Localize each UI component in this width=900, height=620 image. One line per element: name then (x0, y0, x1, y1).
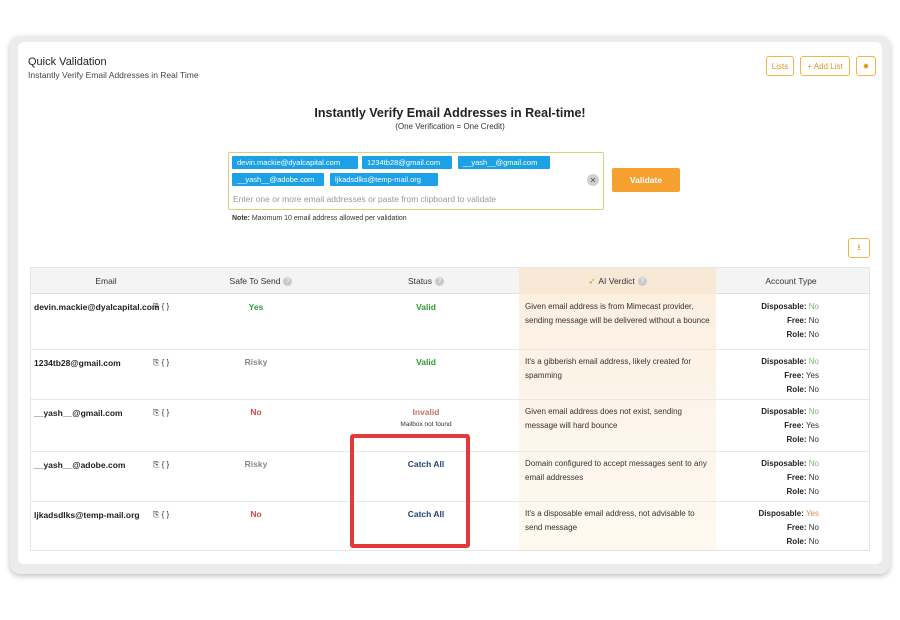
account-type: Disposable: No Free: Yes Role: No (761, 407, 819, 444)
row-email: ljkadsdlks@temp-mail.org (34, 510, 140, 520)
copy-json-icons[interactable]: ⎘ { } (153, 302, 169, 312)
email-chip[interactable]: __yash__@adobe.com (232, 173, 324, 186)
settings-button[interactable]: ✹ (856, 56, 876, 76)
ai-verdict-text: It's a gibberish email address, likely c… (525, 357, 692, 380)
email-chip[interactable]: devin.mackie@dyalcapital.com (232, 156, 358, 169)
safe-to-send-value: Risky (244, 459, 268, 469)
header-status: Status? (371, 268, 481, 294)
table-header: Email Safe To Send? Status? ➶ AI Verdict?… (31, 268, 869, 294)
ai-verdict-text: Given email address is from Mimecast pro… (525, 302, 710, 325)
table-row: 1234tb28@gmail.com ⎘ { } Risky Valid It'… (31, 350, 869, 400)
safe-to-send-value: Yes (248, 302, 264, 312)
note-text: Note: Maximum 10 email address allowed p… (232, 215, 407, 222)
clear-icon[interactable]: ✕ (587, 174, 599, 186)
ai-verdict-text: It's a disposable email address, not adv… (525, 509, 695, 532)
table-row: devin.mackie@dyalcapital.com ⎘ { } Yes V… (31, 294, 869, 350)
copy-json-icons[interactable]: ⎘ { } (153, 358, 169, 368)
email-input-box[interactable]: devin.mackie@dyalcapital.com 1234tb28@gm… (228, 152, 604, 210)
copy-json-icons[interactable]: ⎘ { } (153, 460, 169, 470)
download-icon: ⭳ (857, 242, 861, 252)
page-title: Quick Validation (28, 56, 107, 68)
email-chip[interactable]: 1234tb28@gmail.com (362, 156, 452, 169)
account-type: Disposable: No Free: No Role: No (761, 302, 819, 339)
help-icon[interactable]: ? (637, 276, 647, 286)
validate-button[interactable]: Validate (612, 168, 680, 192)
status-value: Invalid (412, 407, 440, 417)
lists-button[interactable]: Lists (766, 56, 794, 76)
account-type: Disposable: Yes Free: No Role: No (758, 509, 819, 546)
gear-icon: ✹ (862, 61, 870, 71)
help-icon[interactable]: ? (435, 276, 445, 286)
header-email: Email (95, 276, 117, 286)
header-safe-to-send: Safe To Send? (201, 268, 321, 294)
row-email: __yash__@gmail.com (34, 408, 123, 418)
account-type: Disposable: No Free: Yes Role: No (761, 357, 819, 394)
row-email: __yash__@adobe.com (34, 460, 126, 470)
catch-all-highlight-box (350, 434, 470, 548)
download-button[interactable]: ⭳ (848, 238, 870, 258)
add-list-button[interactable]: + Add List (800, 56, 850, 76)
ai-verdict-text: Given email address does not exist, send… (525, 407, 682, 430)
copy-json-icons[interactable]: ⎘ { } (153, 510, 169, 520)
row-email: devin.mackie@dyalcapital.com (34, 302, 160, 312)
header-account-type: Account Type (765, 276, 817, 286)
safe-to-send-value: No (250, 509, 262, 519)
rocket-icon: ➶ (588, 275, 596, 286)
header-ai-verdict: ➶ AI Verdict? (519, 268, 716, 294)
status-subtext: Mailbox not found (400, 421, 452, 428)
safe-to-send-value: Risky (244, 357, 268, 367)
email-chip[interactable]: __yash__@gmail.com (458, 156, 550, 169)
validator-subheading: (One Verification = One Credit) (395, 122, 505, 131)
ai-verdict-text: Domain configured to accept messages sen… (525, 459, 707, 482)
safe-to-send-value: No (250, 407, 262, 417)
email-input-placeholder[interactable]: Enter one or more email addresses or pas… (233, 194, 496, 204)
copy-json-icons[interactable]: ⎘ { } (153, 408, 169, 418)
email-chip[interactable]: ljkadsdlks@temp-mail.org (330, 173, 438, 186)
status-value: Valid (416, 357, 436, 367)
account-type: Disposable: No Free: No Role: No (761, 459, 819, 496)
status-value: Valid (416, 302, 436, 312)
page-subtitle: Instantly Verify Email Addresses in Real… (28, 70, 199, 80)
validator-heading: Instantly Verify Email Addresses in Real… (314, 106, 586, 120)
help-icon[interactable]: ? (283, 276, 293, 286)
row-email: 1234tb28@gmail.com (34, 358, 121, 368)
